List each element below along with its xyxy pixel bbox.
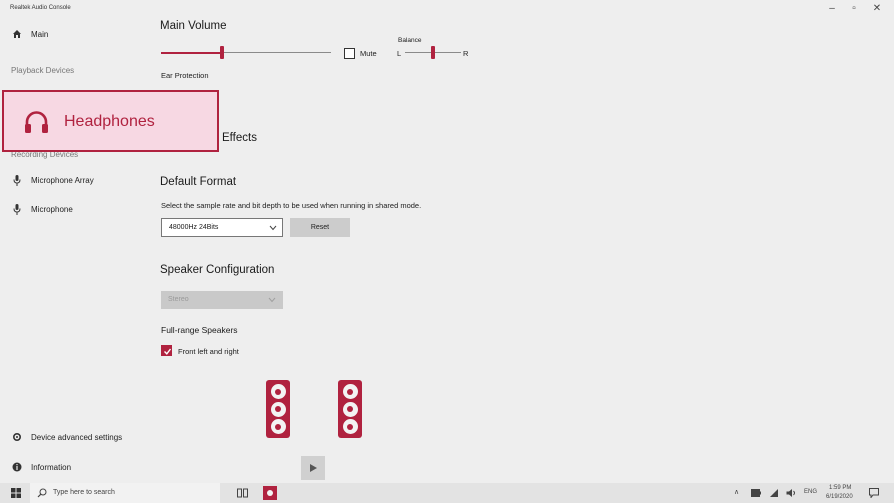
volume-icon[interactable]: [786, 488, 797, 498]
gear-icon: [12, 432, 22, 442]
full-range-speakers-title: Full-range Speakers: [161, 325, 238, 335]
speaker-cone: [270, 384, 286, 399]
slider-fill: [161, 51, 223, 54]
sidebar-item-headphones[interactable]: Headphones: [2, 90, 219, 152]
mute-label: Mute: [360, 49, 377, 58]
mute-checkbox[interactable]: [344, 48, 355, 59]
balance-right-label: R: [463, 49, 469, 58]
reset-button[interactable]: Reset: [290, 218, 350, 237]
language-indicator[interactable]: ENG: [804, 489, 817, 495]
sidebar-item-label: Headphones: [64, 113, 155, 130]
speaker-cone: [270, 401, 286, 417]
home-icon: [13, 30, 21, 38]
taskbar: Type here to search ∧ ENG 1:59 PM 6/19/2…: [0, 483, 894, 503]
balance-slider[interactable]: [405, 45, 461, 61]
title-bar: Realtek Audio Console – ▫ ✕: [0, 0, 894, 22]
close-button[interactable]: ✕: [869, 3, 885, 14]
main-volume-slider[interactable]: [161, 45, 331, 61]
microphone-icon: [13, 204, 21, 215]
realtek-taskbar-icon[interactable]: [263, 486, 277, 500]
speaker-configuration-title: Speaker Configuration: [160, 264, 275, 276]
maximize-button[interactable]: ▫: [846, 3, 862, 14]
sidebar-item-label: Microphone Array: [31, 176, 94, 185]
headphones-icon: [25, 111, 48, 133]
battery-icon[interactable]: [751, 489, 761, 497]
chevron-down-icon: [269, 225, 277, 231]
play-icon: [310, 464, 317, 472]
balance-label: Balance: [398, 37, 422, 44]
chevron-down-icon: [268, 297, 276, 303]
search-icon: [37, 488, 47, 498]
clock-time[interactable]: 1:59 PM: [829, 485, 851, 491]
clock-date[interactable]: 6/19/2020: [826, 494, 853, 500]
slider-thumb[interactable]: [220, 46, 225, 59]
speaker-config-dropdown[interactable]: Stereo: [161, 291, 283, 309]
default-format-title: Default Format: [160, 176, 237, 188]
front-left-right-label: Front left and right: [178, 347, 239, 356]
app-title: Realtek Audio Console: [10, 5, 71, 11]
taskbar-search-box[interactable]: Type here to search: [30, 483, 220, 503]
information-label: Information: [31, 463, 72, 472]
slider-thumb[interactable]: [431, 46, 435, 59]
playback-devices-header: Playback Devices: [11, 66, 75, 75]
speaker-cone: [342, 419, 358, 434]
network-icon[interactable]: [769, 488, 779, 498]
main-volume-title: Main Volume: [160, 20, 227, 32]
speaker-cone: [270, 419, 286, 434]
speaker-cone: [342, 401, 358, 417]
sidebar-item-microphone[interactable]: Microphone: [10, 203, 150, 217]
checkmark-icon: [164, 348, 172, 355]
default-format-description: Select the sample rate and bit depth to …: [161, 201, 422, 210]
balance-left-label: L: [397, 49, 402, 58]
speaker-cone: [342, 384, 358, 399]
device-advanced-settings-label: Device advanced settings: [31, 433, 123, 442]
right-speaker-graphic[interactable]: [338, 380, 362, 438]
device-advanced-settings-link[interactable]: Device advanced settings: [10, 431, 170, 445]
speaker-config-value: Stereo: [168, 296, 189, 303]
play-test-button[interactable]: [301, 456, 325, 480]
sidebar-item-microphone-array[interactable]: Microphone Array: [10, 174, 150, 188]
sidebar-item-main[interactable]: Main: [10, 28, 130, 42]
left-speaker-graphic[interactable]: [266, 380, 290, 438]
minimize-button[interactable]: –: [824, 3, 840, 14]
windows-start-icon[interactable]: [11, 488, 21, 498]
sidebar-item-label: Microphone: [31, 205, 73, 214]
sound-effects-title: Effects: [222, 132, 257, 144]
search-placeholder: Type here to search: [53, 489, 115, 496]
notification-icon[interactable]: [869, 488, 879, 498]
microphone-icon: [13, 175, 21, 186]
format-dropdown-value: 48000Hz 24Bits: [169, 224, 219, 231]
information-link[interactable]: Information: [10, 461, 130, 475]
task-view-icon[interactable]: [237, 488, 248, 498]
front-left-right-checkbox[interactable]: [161, 345, 172, 356]
tray-chevron-icon[interactable]: ∧: [734, 488, 739, 496]
ear-protection-label: Ear Protection: [161, 71, 209, 80]
info-icon: [12, 462, 22, 472]
app-icon-dot: [267, 490, 273, 496]
format-dropdown[interactable]: 48000Hz 24Bits: [161, 218, 283, 237]
sidebar-item-label: Main: [31, 30, 49, 39]
